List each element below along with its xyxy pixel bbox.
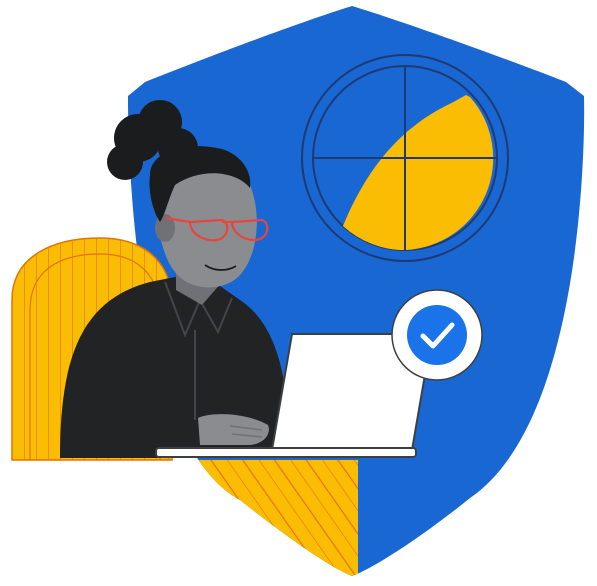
security-illustration (11, 6, 585, 576)
checkmark-badge-icon (391, 289, 483, 381)
